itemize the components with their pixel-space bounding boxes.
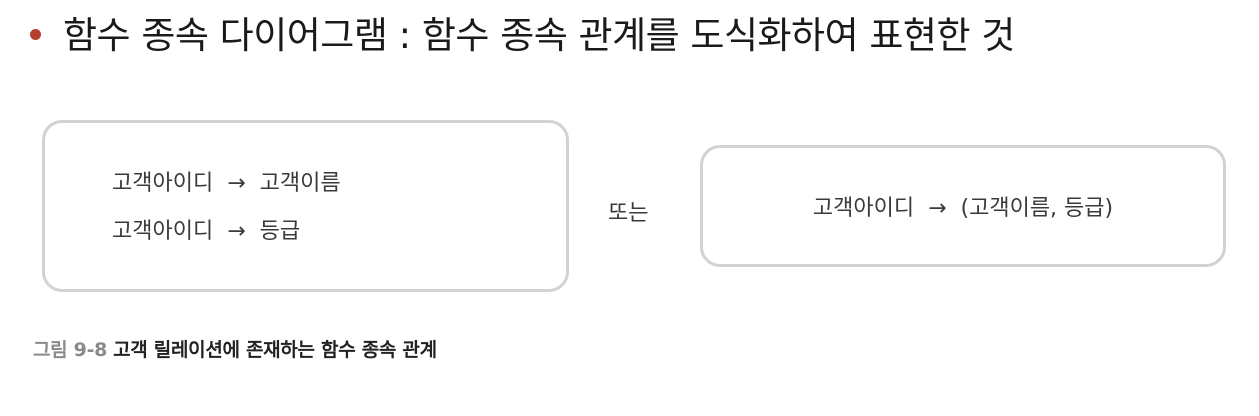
slide-heading: 함수 종속 다이어그램 : 함수 종속 관계를 도식화하여 표현한 것 xyxy=(30,6,1015,58)
dependency-list: 고객아이디 → 고객이름 고객아이디 → 등급 xyxy=(112,171,341,245)
dependency-row: 고객아이디 → (고객이름, 등급) xyxy=(813,190,1113,222)
dependent-label: 등급 xyxy=(259,219,301,244)
figure-caption: 그림 9-8 고객 릴레이션에 존재하는 함수 종속 관계 xyxy=(33,335,437,362)
arrow-right-icon: → xyxy=(928,196,947,221)
arrow-right-icon: → xyxy=(227,219,246,244)
dependency-box-separate: 고객아이디 → 고객이름 고객아이디 → 등급 xyxy=(42,120,569,292)
arrow-right-icon: → xyxy=(227,171,246,196)
dependency-row: 고객아이디 → 고객이름 xyxy=(112,171,341,197)
dependency-box-combined: 고객아이디 → (고객이름, 등급) xyxy=(700,145,1226,267)
connector-text: 또는 xyxy=(608,201,649,226)
determinant-label: 고객아이디 xyxy=(812,196,915,221)
figure-caption-text: 고객 릴레이션에 존재하는 함수 종속 관계 xyxy=(113,339,437,361)
heading-text: 함수 종속 다이어그램 : 함수 종속 관계를 도식화하여 표현한 것 xyxy=(63,14,1015,57)
dependent-label: 고객이름 xyxy=(259,171,341,196)
bullet-icon xyxy=(30,28,41,40)
dependency-row: 고객아이디 → 등급 xyxy=(112,219,341,245)
determinant-label: 고객아이디 xyxy=(112,171,214,196)
figure-number: 그림 9-8 xyxy=(33,339,108,361)
determinant-label: 고객아이디 xyxy=(112,219,214,244)
dependent-label: (고객이름, 등급) xyxy=(960,196,1114,221)
